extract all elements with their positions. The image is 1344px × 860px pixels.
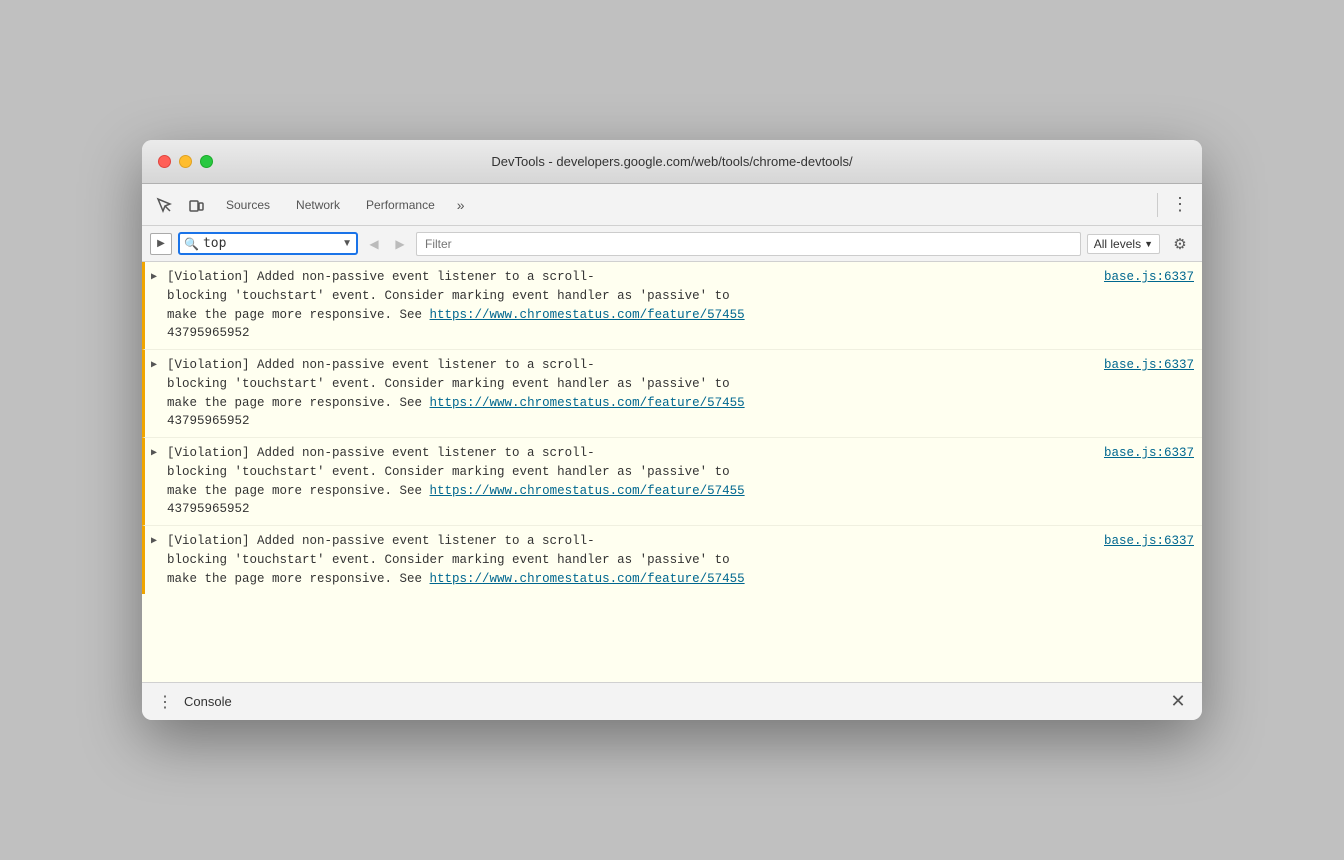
- log-level-selector[interactable]: All levels ▼: [1087, 234, 1160, 254]
- bottom-menu-icon[interactable]: ⋮: [154, 691, 176, 713]
- inspect-element-icon[interactable]: [150, 191, 178, 219]
- log-level-arrow: ▼: [1144, 239, 1153, 249]
- entry-expand-arrow[interactable]: ▶: [151, 270, 157, 285]
- log-level-label: All levels: [1094, 237, 1141, 251]
- entry-text: [Violation] Added non-passive event list…: [167, 532, 1194, 588]
- execute-button[interactable]: ▶: [150, 233, 172, 255]
- entry-expand-arrow[interactable]: ▶: [151, 358, 157, 373]
- entry-text: [Violation] Added non-passive event list…: [167, 268, 1194, 343]
- chromestatus-link[interactable]: https://www.chromestatus.com/feature/574…: [430, 484, 745, 498]
- maximize-button[interactable]: [200, 155, 213, 168]
- tab-sources[interactable]: Sources: [214, 192, 282, 218]
- devtools-menu-icon[interactable]: ⋮: [1166, 191, 1194, 219]
- console-content: ▶ [Violation] Added non-passive event li…: [142, 262, 1202, 682]
- device-toggle-icon[interactable]: [182, 191, 210, 219]
- entry-expand-arrow[interactable]: ▶: [151, 534, 157, 549]
- context-selector[interactable]: top: [203, 236, 338, 251]
- traffic-lights: [158, 155, 213, 168]
- chromestatus-link[interactable]: https://www.chromestatus.com/feature/574…: [430, 572, 745, 586]
- filter-input[interactable]: [416, 232, 1081, 256]
- chromestatus-link[interactable]: https://www.chromestatus.com/feature/574…: [430, 396, 745, 410]
- chromestatus-link[interactable]: https://www.chromestatus.com/feature/574…: [430, 308, 745, 322]
- console-entry: ▶ [Violation] Added non-passive event li…: [142, 438, 1202, 526]
- nav-back-button[interactable]: ◀: [364, 234, 384, 254]
- more-tabs-button[interactable]: »: [449, 193, 473, 217]
- nav-forward-button[interactable]: ▶: [390, 234, 410, 254]
- tab-performance[interactable]: Performance: [354, 192, 447, 218]
- entry-source-link[interactable]: base.js:6337: [1104, 444, 1194, 463]
- close-button[interactable]: [158, 155, 171, 168]
- settings-icon[interactable]: ⚙: [1166, 230, 1194, 258]
- console-entry: ▶ [Violation] Added non-passive event li…: [142, 526, 1202, 594]
- minimize-button[interactable]: [179, 155, 192, 168]
- entry-source-link[interactable]: base.js:6337: [1104, 356, 1194, 375]
- close-panel-button[interactable]: ✕: [1166, 690, 1190, 714]
- console-entry: ▶ [Violation] Added non-passive event li…: [142, 350, 1202, 438]
- console-toolbar: ▶ 🔍 top ▼ ◀ ▶ All levels ▼ ⚙: [142, 226, 1202, 262]
- console-entry: ▶ [Violation] Added non-passive event li…: [142, 262, 1202, 350]
- tab-network[interactable]: Network: [284, 192, 352, 218]
- window-title: DevTools - developers.google.com/web/too…: [491, 154, 852, 169]
- entry-source-link[interactable]: base.js:6337: [1104, 532, 1194, 551]
- entry-source-link[interactable]: base.js:6337: [1104, 268, 1194, 287]
- entry-expand-arrow[interactable]: ▶: [151, 446, 157, 461]
- context-search-icon: 🔍: [184, 237, 199, 251]
- toolbar-separator: [1157, 193, 1158, 217]
- toolbar-tabs: Sources Network Performance »: [214, 192, 1149, 218]
- devtools-main-toolbar: Sources Network Performance » ⋮: [142, 184, 1202, 226]
- context-selector-wrapper: 🔍 top ▼: [178, 232, 358, 255]
- devtools-window: DevTools - developers.google.com/web/too…: [142, 140, 1202, 720]
- title-bar: DevTools - developers.google.com/web/too…: [142, 140, 1202, 184]
- entry-text: [Violation] Added non-passive event list…: [167, 356, 1194, 431]
- bottom-bar: ⋮ Console ✕: [142, 682, 1202, 720]
- context-dropdown-arrow: ▼: [342, 238, 352, 249]
- entry-text: [Violation] Added non-passive event list…: [167, 444, 1194, 519]
- console-label: Console: [184, 694, 232, 709]
